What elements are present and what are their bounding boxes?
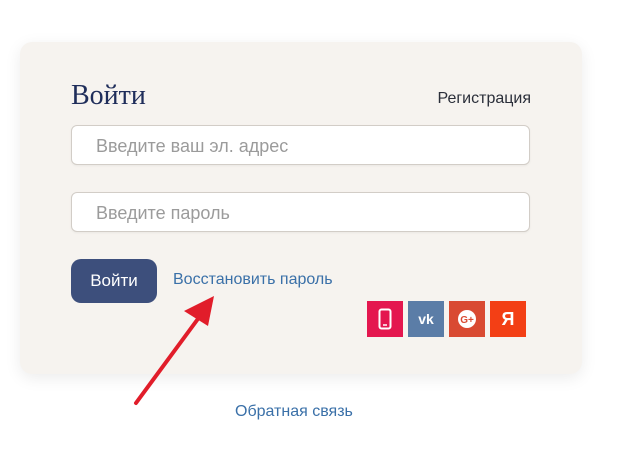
- annotation-arrow: [134, 296, 214, 405]
